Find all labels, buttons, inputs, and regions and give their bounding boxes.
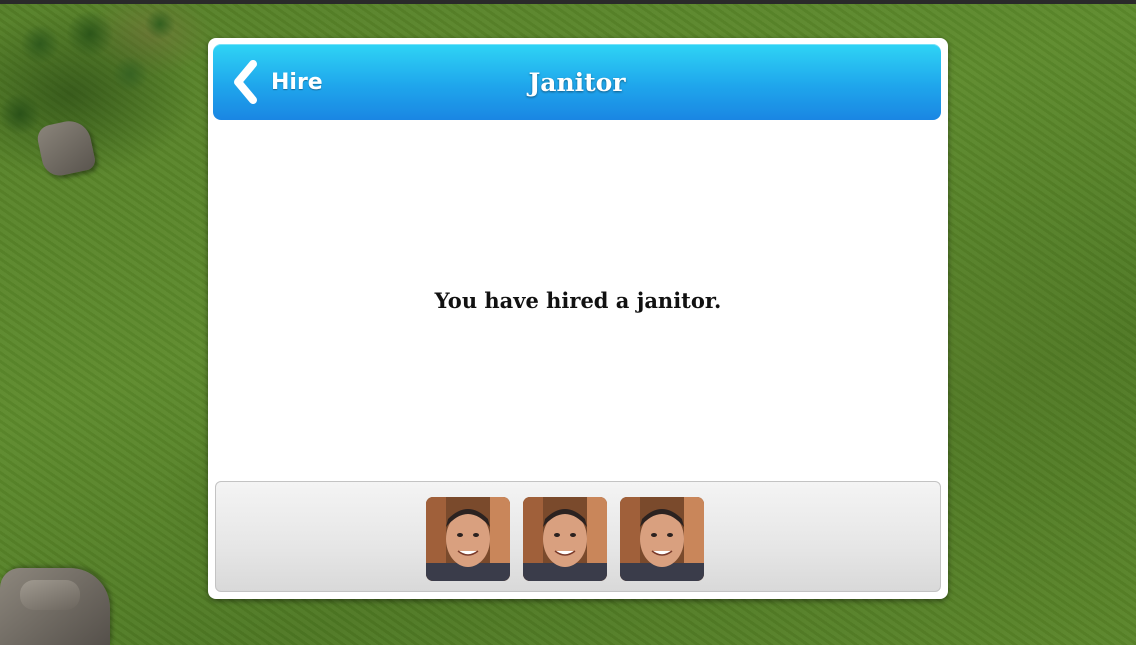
- back-button-label: Hire: [271, 69, 323, 95]
- map-rock: [20, 580, 80, 610]
- hired-message: You have hired a janitor.: [434, 288, 722, 313]
- staff-bar: [215, 481, 941, 592]
- dialog-header: Hire Janitor: [213, 44, 941, 120]
- map-foliage: [0, 4, 200, 164]
- janitor-portrait[interactable]: [523, 497, 607, 581]
- janitor-portrait[interactable]: [426, 497, 510, 581]
- hire-dialog: Hire Janitor You have hired a janitor.: [208, 38, 948, 599]
- staff-portraits: [426, 497, 704, 581]
- chevron-left-icon: [234, 60, 257, 104]
- back-button[interactable]: Hire: [229, 60, 339, 104]
- janitor-portrait[interactable]: [620, 497, 704, 581]
